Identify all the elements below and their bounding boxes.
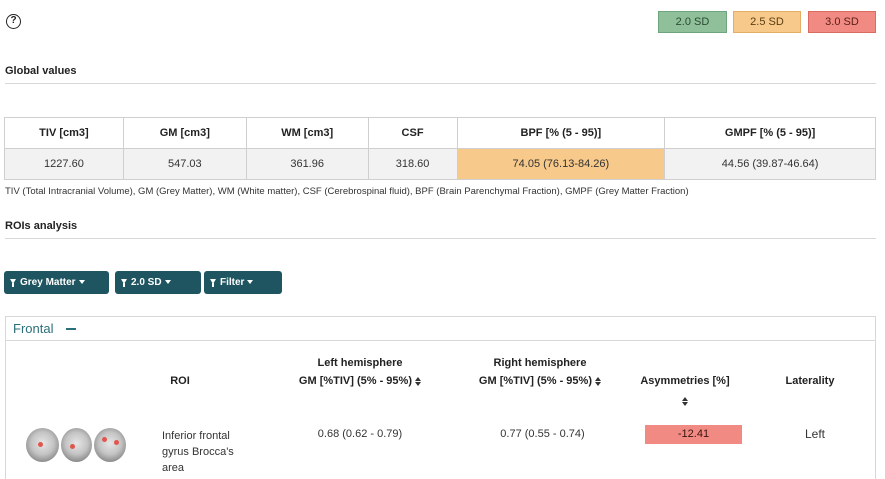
table-row: 1227.60 547.03 361.96 318.60 74.05 (76.1…: [4, 148, 876, 180]
filter-button[interactable]: Filter: [204, 271, 282, 294]
laterality-value: Left: [804, 427, 825, 441]
value-gmpf: 44.56 (39.87-46.64): [664, 148, 876, 180]
sd-filter-button[interactable]: 2.0 SD: [115, 271, 201, 294]
col-laterality: Laterality: [785, 375, 835, 387]
value-csf: 318.60: [367, 148, 458, 180]
right-hemisphere-sub[interactable]: GM [%TIV] (5% - 95%): [455, 372, 625, 390]
tissue-filter-label: Grey Matter: [20, 277, 76, 288]
col-bpf: BPF [% (5 - 95)]: [456, 117, 666, 149]
right-hemisphere-title: Right hemisphere: [493, 357, 587, 369]
abbreviations-footnote: TIV (Total Intracranial Volume), GM (Gre…: [5, 186, 689, 197]
legend-3sd-badge: 3.0 SD: [808, 11, 876, 33]
brain-thumbnail-coronal: [61, 428, 92, 462]
roi-name-line: Inferior frontal: [162, 430, 230, 442]
col-asymmetries: Asymmetries [%]: [630, 372, 740, 410]
asymmetries-label: Asymmetries [%]: [640, 375, 730, 387]
value-tiv: 1227.60: [4, 148, 124, 180]
legend-2-5sd-badge: 2.5 SD: [733, 11, 801, 33]
roi-name-line: gyrus Brocca's: [162, 446, 234, 458]
global-values-title: Global values: [5, 65, 77, 77]
col-gmpf: GMPF [% (5 - 95)]: [664, 117, 876, 149]
caret-down-icon: [247, 280, 254, 285]
tissue-filter-button[interactable]: Grey Matter: [4, 271, 109, 294]
sd-filter-label: 2.0 SD: [131, 277, 162, 288]
rois-analysis-title: ROIs analysis: [5, 220, 78, 232]
divider: [5, 83, 876, 84]
sort-icon[interactable]: [595, 376, 602, 386]
value-bpf: 74.05 (76.13-84.26): [456, 148, 666, 180]
frontal-panel: Frontal: [5, 316, 876, 479]
divider: [5, 238, 876, 239]
sort-icon[interactable]: [682, 396, 688, 406]
table-header-row: TIV [cm3] GM [cm3] WM [cm3] CSF BPF [% (…: [4, 117, 876, 149]
asymmetry-value: -12.41: [645, 425, 742, 444]
right-hemisphere-sub-label: GM [%TIV] (5% - 95%): [478, 375, 592, 387]
filter-icon: [121, 279, 127, 287]
roi-name: Inferior frontal gyrus Brocca's area: [162, 428, 234, 476]
value-wm: 361.96: [245, 148, 369, 180]
filter-icon: [210, 279, 216, 287]
left-hemisphere-sub[interactable]: GM [%TIV] (5% - 95%): [275, 372, 445, 390]
sort-icon[interactable]: [415, 376, 422, 386]
collapse-minus-icon[interactable]: [66, 328, 76, 330]
col-roi: ROI: [170, 375, 190, 387]
col-left-hemisphere: Left hemisphere GM [%TIV] (5% - 95%): [275, 354, 445, 390]
help-icon[interactable]: ?: [6, 14, 21, 29]
caret-down-icon: [164, 280, 171, 285]
filter-icon: [10, 279, 16, 287]
roi-name-line: area: [162, 462, 185, 474]
col-right-hemisphere: Right hemisphere GM [%TIV] (5% - 95%): [455, 354, 625, 390]
col-gm: GM [cm3]: [122, 117, 247, 149]
legend-2sd-badge: 2.0 SD: [658, 11, 727, 33]
panel-title: Frontal: [13, 321, 54, 336]
filter-label: Filter: [220, 277, 245, 288]
panel-header[interactable]: Frontal: [6, 317, 875, 341]
caret-down-icon: [78, 280, 85, 285]
left-hemisphere-value: 0.68 (0.62 - 0.79): [317, 428, 403, 440]
brain-thumbnail-axial: [26, 428, 59, 462]
col-csf: CSF: [367, 117, 458, 149]
left-hemisphere-title: Left hemisphere: [317, 357, 403, 369]
left-hemisphere-sub-label: GM [%TIV] (5% - 95%): [298, 375, 412, 387]
col-wm: WM [cm3]: [245, 117, 369, 149]
value-gm: 547.03: [122, 148, 247, 180]
brain-thumbnail-sagittal: [94, 428, 126, 462]
col-tiv: TIV [cm3]: [4, 117, 124, 149]
right-hemisphere-value: 0.77 (0.55 - 0.74): [500, 428, 585, 440]
global-values-table: TIV [cm3] GM [cm3] WM [cm3] CSF BPF [% (…: [4, 117, 876, 180]
